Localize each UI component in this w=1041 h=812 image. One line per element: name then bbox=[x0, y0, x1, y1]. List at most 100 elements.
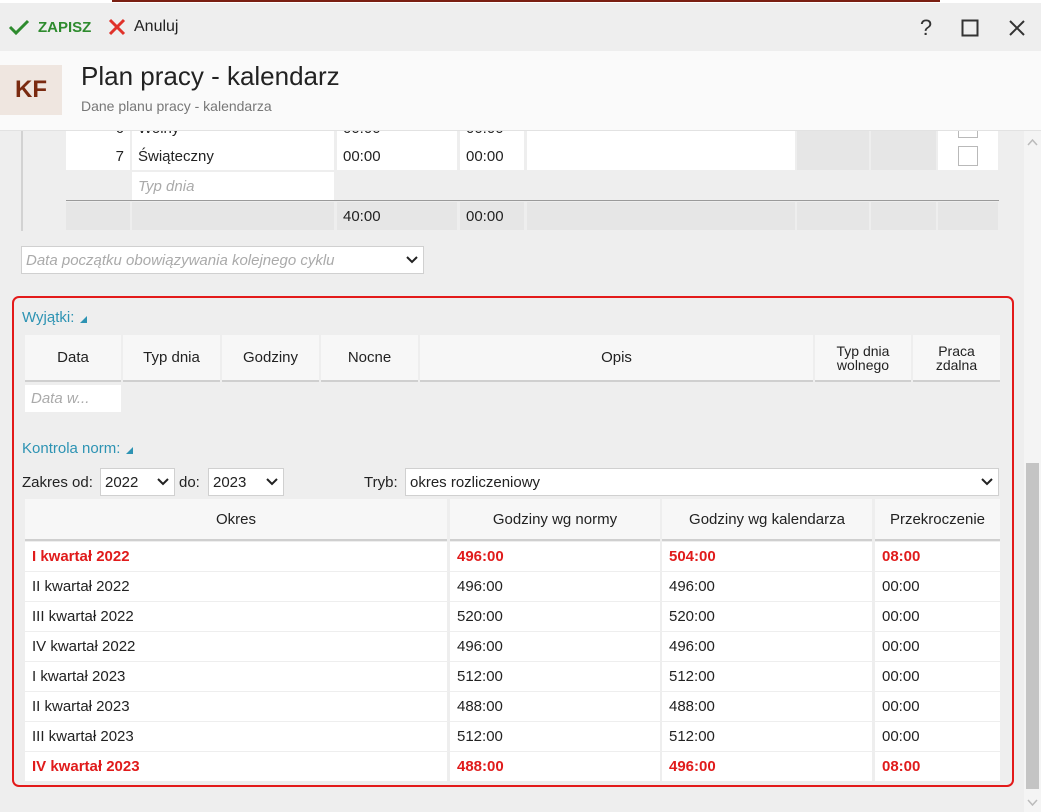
col-header-night[interactable]: Nocne bbox=[321, 335, 418, 382]
table-row-3-excess[interactable]: 00:00 bbox=[875, 602, 1000, 631]
table-row-5-norm[interactable]: 512:00 bbox=[450, 662, 660, 691]
header-line: Praca bbox=[938, 342, 975, 359]
table-row-2-excess[interactable]: 00:00 bbox=[875, 572, 1000, 601]
mode-select[interactable]: okres rozliczeniowy bbox=[405, 468, 999, 496]
table-row-8-calendar[interactable]: 496:00 bbox=[662, 752, 872, 781]
col-header-norm-hours[interactable]: Godziny wg normy bbox=[450, 499, 660, 541]
table-row-7-num: 7 bbox=[66, 142, 130, 170]
table-row-7-desc[interactable] bbox=[527, 142, 795, 170]
mode-value: okres rozliczeniowy bbox=[410, 473, 541, 491]
cycle-start-date-select[interactable]: Data początku obowiązywania kolejnego cy… bbox=[21, 246, 424, 274]
totals-hours: 40:00 bbox=[337, 202, 457, 230]
header-line: Typ dnia bbox=[836, 342, 890, 359]
exception-date-input[interactable]: Data w... bbox=[25, 385, 121, 412]
page-subtitle: Dane planu pracy - kalendarza bbox=[81, 98, 272, 114]
cancel-button[interactable]: Anuluj bbox=[108, 13, 178, 41]
table-row-7-calendar[interactable]: 512:00 bbox=[662, 722, 872, 751]
table-row-5-excess[interactable]: 00:00 bbox=[875, 662, 1000, 691]
col-header-free-day-type[interactable]: Typ dnia wolnego bbox=[815, 335, 911, 382]
table-row-6-night[interactable]: 00:00 bbox=[460, 131, 524, 142]
table-row-3-period[interactable]: III kwartał 2022 bbox=[25, 602, 447, 631]
placeholder-text: Typ dnia bbox=[138, 177, 195, 195]
scroll-down-icon[interactable] bbox=[1027, 797, 1038, 808]
exceptions-label: Wyjątki: bbox=[22, 309, 75, 326]
table-row-6-calendar[interactable]: 488:00 bbox=[662, 692, 872, 721]
table-row-4-calendar[interactable]: 496:00 bbox=[662, 632, 872, 661]
table-row-8-period[interactable]: IV kwartał 2023 bbox=[25, 752, 447, 781]
table-row-7-extra bbox=[871, 142, 936, 170]
table-row-2-period[interactable]: II kwartał 2022 bbox=[25, 572, 447, 601]
x-icon bbox=[108, 18, 126, 36]
norms-toggle[interactable]: Kontrola norm: bbox=[22, 440, 134, 457]
table-row-5-calendar[interactable]: 512:00 bbox=[662, 662, 872, 691]
table-row-1-calendar[interactable]: 504:00 bbox=[662, 542, 872, 571]
table-row-7-norm[interactable]: 512:00 bbox=[450, 722, 660, 751]
chevron-down-icon bbox=[405, 253, 419, 267]
table-row-1-excess[interactable]: 08:00 bbox=[875, 542, 1000, 571]
col-header-date[interactable]: Data bbox=[25, 335, 121, 382]
table-row-7-night[interactable]: 00:00 bbox=[460, 142, 524, 170]
table-row-3-calendar[interactable]: 520:00 bbox=[662, 602, 872, 631]
table-row-4-excess[interactable]: 00:00 bbox=[875, 632, 1000, 661]
help-button[interactable]: ? bbox=[911, 15, 941, 41]
table-row-8-excess[interactable]: 08:00 bbox=[875, 752, 1000, 781]
remote-checkbox[interactable] bbox=[958, 146, 978, 166]
scrollbar-thumb[interactable] bbox=[1026, 463, 1039, 789]
totals-night: 00:00 bbox=[460, 202, 524, 230]
chevron-down-icon bbox=[156, 475, 170, 489]
table-row-6-remote[interactable] bbox=[938, 131, 998, 142]
table-row-4-norm[interactable]: 496:00 bbox=[450, 632, 660, 661]
range-from-select[interactable]: 2022 bbox=[100, 468, 175, 496]
table-row-7-hours[interactable]: 00:00 bbox=[337, 142, 457, 170]
table-row-8-norm[interactable]: 488:00 bbox=[450, 752, 660, 781]
collapse-triangle-icon bbox=[126, 447, 134, 454]
totals-extra bbox=[871, 202, 936, 230]
save-button[interactable]: ZAPISZ bbox=[8, 13, 91, 41]
table-row-3-norm[interactable]: 520:00 bbox=[450, 602, 660, 631]
table-row-6-free bbox=[797, 131, 869, 142]
maximize-button[interactable] bbox=[955, 15, 985, 41]
table-row-1-norm[interactable]: 496:00 bbox=[450, 542, 660, 571]
table-row-2-norm[interactable]: 496:00 bbox=[450, 572, 660, 601]
table-row-6-desc[interactable] bbox=[527, 131, 795, 142]
table-row-6-name[interactable]: Wolny bbox=[132, 131, 334, 142]
col-header-excess[interactable]: Przekroczenie bbox=[875, 499, 1000, 541]
totals-divider bbox=[66, 200, 999, 201]
table-row-7-excess[interactable]: 00:00 bbox=[875, 722, 1000, 751]
cancel-label: Anuluj bbox=[134, 18, 179, 35]
check-icon bbox=[8, 19, 30, 36]
table-row-6-period[interactable]: II kwartał 2023 bbox=[25, 692, 447, 721]
range-to-value: 2023 bbox=[213, 473, 247, 491]
table-row-6-extra bbox=[871, 131, 936, 142]
content-area: 6 Wolny 00:00 00:00 7 Świąteczny 00:00 0… bbox=[0, 131, 1024, 812]
remote-checkbox[interactable] bbox=[958, 131, 978, 138]
close-button[interactable] bbox=[1002, 15, 1032, 41]
col-header-period[interactable]: Okres bbox=[25, 499, 447, 541]
range-to-select[interactable]: 2023 bbox=[208, 468, 284, 496]
header-line: zdalna bbox=[935, 356, 978, 373]
chevron-down-icon bbox=[980, 475, 994, 489]
col-header-calendar-hours[interactable]: Godziny wg kalendarza bbox=[662, 499, 872, 541]
table-row-7-remote[interactable] bbox=[938, 142, 998, 170]
placeholder-text: Data w... bbox=[31, 390, 90, 407]
range-from-value: 2022 bbox=[105, 473, 139, 491]
col-header-remote[interactable]: Praca zdalna bbox=[913, 335, 1000, 382]
table-row-6-hours[interactable]: 00:00 bbox=[337, 131, 457, 142]
col-header-hours[interactable]: Godziny bbox=[222, 335, 319, 382]
totals-num bbox=[66, 202, 130, 230]
exceptions-toggle[interactable]: Wyjątki: bbox=[22, 309, 88, 326]
scroll-up-icon[interactable] bbox=[1027, 137, 1038, 148]
col-header-desc[interactable]: Opis bbox=[420, 335, 813, 382]
table-row-7-name[interactable]: Świąteczny bbox=[132, 142, 334, 170]
table-row-5-period[interactable]: I kwartał 2023 bbox=[25, 662, 447, 691]
table-row-4-period[interactable]: IV kwartał 2022 bbox=[25, 632, 447, 661]
vertical-scrollbar[interactable] bbox=[1024, 131, 1041, 812]
new-day-type-input[interactable]: Typ dnia bbox=[132, 172, 334, 200]
table-row-6-norm[interactable]: 488:00 bbox=[450, 692, 660, 721]
table-row-1-period[interactable]: I kwartał 2022 bbox=[25, 542, 447, 571]
table-row-6-excess[interactable]: 00:00 bbox=[875, 692, 1000, 721]
table-row-7-period[interactable]: III kwartał 2023 bbox=[25, 722, 447, 751]
square-icon bbox=[961, 19, 979, 37]
col-header-day-type[interactable]: Typ dnia bbox=[123, 335, 220, 382]
table-row-2-calendar[interactable]: 496:00 bbox=[662, 572, 872, 601]
